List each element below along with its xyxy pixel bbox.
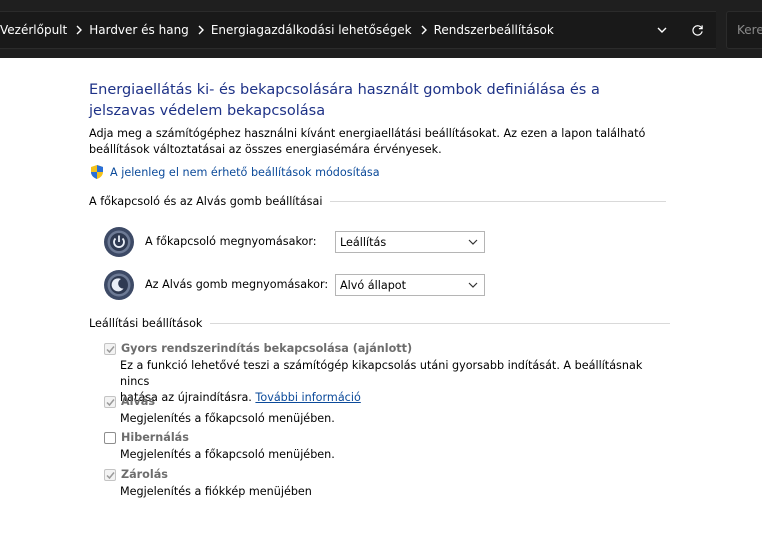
sleep-button-row: Az Alvás gomb megnyomásakor: bbox=[103, 269, 328, 301]
power-button-label: A főkapcsoló megnyomásakor: bbox=[145, 235, 317, 248]
checkmark-icon bbox=[106, 346, 115, 354]
sleep-option-label: Alvás bbox=[121, 395, 155, 408]
search-input[interactable]: Keres bbox=[726, 11, 762, 49]
divider bbox=[210, 323, 671, 324]
lock-option-label: Zárolás bbox=[121, 468, 168, 481]
lock-option-description: Megjelenítés a fiókkép menüjében bbox=[120, 485, 312, 498]
fast-startup-description-line1: Ez a funkció lehetővé teszi a számítógép… bbox=[120, 359, 643, 388]
more-info-link[interactable]: További információ bbox=[255, 391, 360, 404]
hibernate-option-label: Hibernálás bbox=[121, 431, 189, 444]
checkmark-icon bbox=[106, 399, 115, 407]
fast-startup-label: Gyors rendszerindítás bekapcsolása (aján… bbox=[121, 342, 413, 355]
chevron-down-icon bbox=[468, 239, 478, 245]
sleep-button-action-value: Alvó állapot bbox=[340, 279, 407, 292]
chevron-down-icon bbox=[468, 282, 478, 288]
power-button-action-select[interactable]: Leállítás bbox=[335, 231, 485, 253]
fast-startup-checkbox[interactable] bbox=[104, 343, 116, 355]
power-button-action-value: Leállítás bbox=[340, 236, 387, 249]
address-bar-area: Vezérlőpult Hardver és hang Energiagazdá… bbox=[0, 0, 762, 58]
history-dropdown-button[interactable] bbox=[649, 12, 675, 48]
breadcrumb-item-power-options[interactable]: Energiagazdálkodási lehetőségek bbox=[211, 23, 418, 37]
lock-checkbox[interactable] bbox=[104, 469, 116, 481]
chevron-down-icon bbox=[657, 27, 667, 33]
refresh-button[interactable] bbox=[684, 12, 710, 48]
section-heading-buttons: A főkapcsoló és az Alvás gomb beállítása… bbox=[89, 195, 667, 208]
checkmark-icon bbox=[106, 472, 115, 480]
address-bar[interactable]: Vezérlőpult Hardver és hang Energiagazdá… bbox=[0, 11, 716, 49]
hibernate-checkbox[interactable] bbox=[104, 432, 116, 444]
refresh-icon bbox=[691, 24, 703, 36]
breadcrumb: Vezérlőpult Hardver és hang Energiagazdá… bbox=[0, 12, 560, 48]
sleep-button-label: Az Alvás gomb megnyomásakor: bbox=[145, 278, 329, 291]
chevron-right-icon[interactable] bbox=[195, 25, 207, 35]
fast-startup-description-line2: hatása az újraindításra. További informá… bbox=[120, 390, 660, 406]
change-settings-link-text[interactable]: A jelenleg el nem érhető beállítások mód… bbox=[110, 166, 380, 179]
breadcrumb-item-system-settings[interactable]: Rendszerbeállítások bbox=[434, 23, 560, 37]
sleep-button-action-select[interactable]: Alvó állapot bbox=[335, 274, 485, 296]
chevron-right-icon[interactable] bbox=[73, 25, 85, 35]
power-button-row: A főkapcsoló megnyomásakor: bbox=[103, 226, 317, 258]
section-heading-shutdown: Leállítási beállítások bbox=[89, 317, 671, 330]
divider bbox=[330, 201, 667, 202]
page-title: Energiaellátás ki- és bekapcsolására has… bbox=[89, 82, 600, 119]
section-title: A főkapcsoló és az Alvás gomb beállítása… bbox=[89, 195, 323, 208]
fast-startup-description: Ez a funkció lehetővé teszi a számítógép… bbox=[120, 358, 660, 406]
sleep-option-description: Megjelenítés a főkapcsoló menüjében. bbox=[120, 412, 335, 425]
chevron-right-icon[interactable] bbox=[418, 25, 430, 35]
page-description: Adja meg a számítógéphez használni kíván… bbox=[89, 127, 646, 156]
breadcrumb-item-control-panel[interactable]: Vezérlőpult bbox=[0, 23, 73, 37]
uac-shield-icon bbox=[91, 165, 103, 179]
hibernate-option-description: Megjelenítés a főkapcsoló menüjében. bbox=[120, 448, 335, 461]
power-button-icon bbox=[104, 227, 134, 257]
section-title: Leállítási beállítások bbox=[89, 317, 203, 330]
sleep-checkbox[interactable] bbox=[104, 396, 116, 408]
sleep-button-icon bbox=[104, 270, 134, 300]
change-unavailable-settings-link[interactable]: A jelenleg el nem érhető beállítások mód… bbox=[89, 164, 380, 180]
breadcrumb-item-hardware-sound[interactable]: Hardver és hang bbox=[89, 23, 195, 37]
